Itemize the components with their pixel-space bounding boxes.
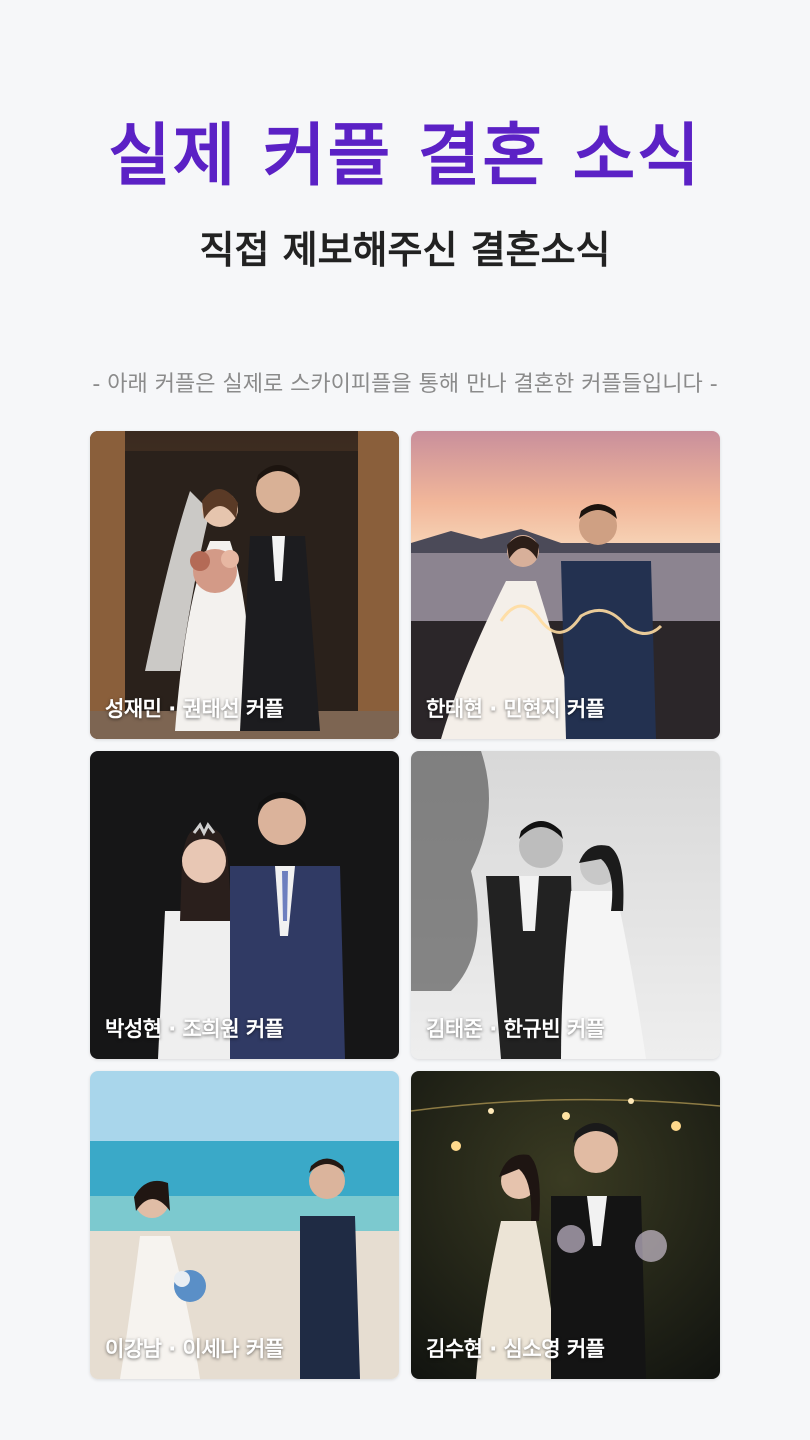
page-subtitle: 직접 제보해주신 결혼소식 (199, 228, 611, 272)
couple-card[interactable]: 성재민 · 권태선 커플 (90, 431, 399, 739)
couple-card[interactable]: 김수현 · 심소영 커플 (411, 1071, 720, 1379)
description-note: - 아래 커플은 실제로 스카이피플을 통해 만나 결혼한 커플들입니다 - (92, 372, 718, 397)
couple-card[interactable]: 한태현 · 민현지 커플 (411, 431, 720, 739)
couple-name-label: 박성현 · 조희원 커플 (105, 1017, 284, 1041)
couple-card[interactable]: 이강남 · 이세나 커플 (90, 1071, 399, 1379)
couple-card[interactable]: 김태준 · 한규빈 커플 (411, 751, 720, 1059)
couple-photo-grid: 성재민 · 권태선 커플 한태현 · 민현지 커플 박성현 · 조희원 커플 김… (90, 431, 720, 1379)
couple-name-label: 이강남 · 이세나 커플 (105, 1337, 284, 1361)
couple-name-label: 성재민 · 권태선 커플 (105, 697, 284, 721)
couple-name-label: 한태현 · 민현지 커플 (426, 697, 605, 721)
couple-card[interactable]: 박성현 · 조희원 커플 (90, 751, 399, 1059)
page: 실제 커플 결혼 소식 직접 제보해주신 결혼소식 - 아래 커플은 실제로 스… (0, 0, 810, 1440)
couple-name-label: 김태준 · 한규빈 커플 (426, 1017, 605, 1041)
couple-name-label: 김수현 · 심소영 커플 (426, 1337, 605, 1361)
page-title: 실제 커플 결혼 소식 (108, 117, 702, 196)
